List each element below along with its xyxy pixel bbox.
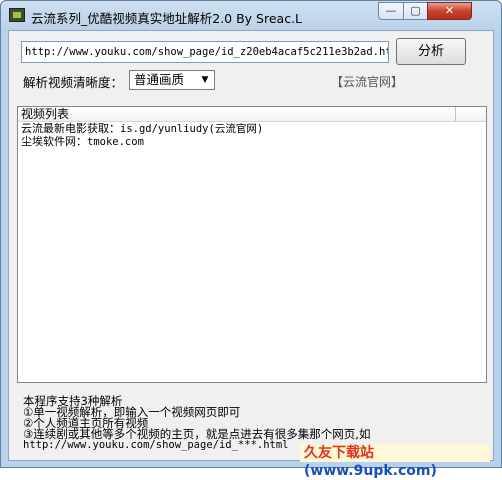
video-list-rows: 云流最新电影获取：is.gd/yunliudy(云流官网) 尘埃软件网：tmok… [21, 122, 481, 148]
watermark-text: 久友下载站 [304, 445, 374, 461]
list-item[interactable]: 尘埃软件网：tmoke.com [21, 135, 481, 148]
watermark-url: (www.9upk.com) [304, 463, 437, 479]
list-item-label: 尘埃软件网： [21, 135, 87, 148]
list-item-value: tmoke.com [87, 136, 144, 148]
maximize-button[interactable]: ▢ [403, 2, 428, 20]
official-website-link[interactable]: 【云流官网】 [331, 73, 403, 90]
url-input[interactable]: http://www.youku.com/show_page/id_z20eb4… [21, 41, 389, 63]
quality-select[interactable]: 普通画质 ▼ [129, 70, 215, 90]
watermark: 久友下载站 (www.9upk.com) [300, 444, 490, 479]
app-icon [9, 8, 25, 22]
parse-button[interactable]: 分析 [396, 38, 466, 65]
list-item-label: 云流最新电影获取： [21, 122, 120, 135]
video-list-column-title[interactable]: 视频列表 [21, 107, 69, 121]
video-list-header[interactable]: 视频列表 [18, 107, 486, 122]
quality-label: 解析视频清晰度： [23, 75, 124, 90]
list-item[interactable]: 云流最新电影获取：is.gd/yunliudy(云流官网) [21, 122, 481, 135]
window-title: 云流系列_优酷视频真实地址解析2.0 By Sreac.L [31, 11, 303, 26]
column-divider[interactable] [455, 107, 456, 121]
minimize-button[interactable]: — [378, 2, 404, 20]
client-area: http://www.youku.com/show_page/id_z20eb4… [8, 30, 494, 461]
title-bar[interactable]: 云流系列_优酷视频真实地址解析2.0 By Sreac.L — ▢ ✕ [1, 1, 501, 29]
close-button[interactable]: ✕ [427, 2, 472, 20]
quality-selected-value: 普通画质 [134, 72, 185, 87]
video-list[interactable]: 视频列表 云流最新电影获取：is.gd/yunliudy(云流官网) 尘埃软件网… [17, 106, 487, 383]
list-item-value: is.gd/yunliudy(云流官网) [120, 123, 264, 135]
info-text: 本程序支持3种解析 ①单一视频解析，即输入一个视频网页即可 ②个人频道主页所有视… [23, 395, 488, 451]
app-window: 云流系列_优酷视频真实地址解析2.0 By Sreac.L — ▢ ✕ http… [0, 0, 502, 468]
chevron-down-icon[interactable]: ▼ [198, 73, 212, 87]
